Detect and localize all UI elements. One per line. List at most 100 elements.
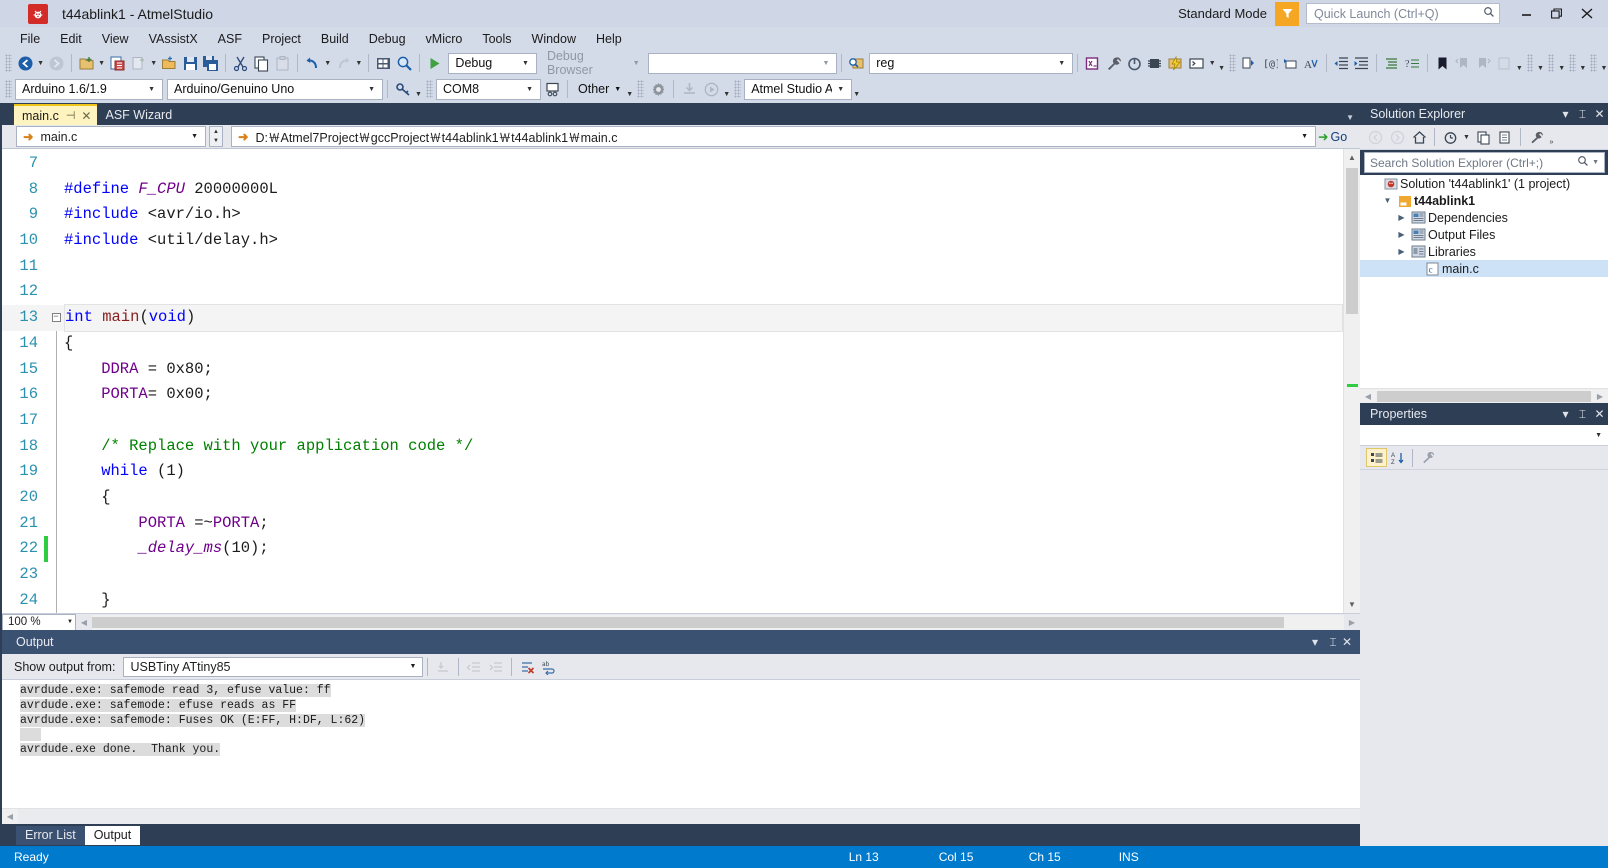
editor-vertical-scrollbar[interactable]: ▲ ▼ [1343,149,1360,614]
flash-icon[interactable] [1165,52,1186,74]
fold-minus-icon[interactable]: − [48,313,64,323]
chevron-down-icon[interactable]: ▾ [1557,107,1574,121]
menu-project[interactable]: Project [252,30,311,48]
go-button[interactable]: ➜ Go [1316,125,1360,148]
menu-asf[interactable]: ASF [208,30,252,48]
tree-item-t44ablink1[interactable]: ▼ t44ablink1 [1360,192,1608,209]
surround-with-icon[interactable]: [@] [1259,52,1280,74]
pin-icon[interactable]: ⌶ [1324,635,1342,650]
scroll-left-icon[interactable]: ◀ [2,812,18,821]
toolbar-grip-4[interactable] [1547,54,1555,72]
close-icon[interactable]: ✕ [1591,107,1608,121]
redo-icon[interactable] [333,52,354,74]
minimize-button[interactable] [1512,2,1542,26]
chevron-down-icon[interactable]: ▾ [1306,635,1324,649]
decrease-indent-icon[interactable] [1331,52,1352,74]
toolbar-grip-5[interactable] [1568,54,1576,72]
comment-out-icon[interactable] [1280,52,1301,74]
save-icon[interactable] [180,52,201,74]
go-to-next-message-icon[interactable] [485,656,507,678]
scroll-right-icon[interactable]: ▶ [1344,618,1360,627]
open-file-icon[interactable] [159,52,180,74]
tool-overflow-icon[interactable]: ▼ [852,78,861,100]
chevron-down-icon[interactable]: ▾ [1557,407,1574,421]
chevron-down-icon[interactable]: ▼ [1589,159,1602,166]
pin-icon[interactable]: ⊣ [66,109,76,122]
download-icon[interactable] [678,78,700,100]
expand-icon[interactable]: ▶ [1394,213,1409,222]
key-icon[interactable] [392,78,414,100]
save-all-icon[interactable] [200,52,221,74]
toolbar-grip[interactable] [5,54,12,72]
add-existing-item-icon[interactable] [107,52,128,74]
start-debugging-icon[interactable] [424,52,445,74]
menu-vassistx[interactable]: VAssistX [139,30,208,48]
clear-all-icon[interactable] [516,656,538,678]
device-programming-icon[interactable] [1124,52,1145,74]
quick-launch-input[interactable]: Quick Launch (Ctrl+Q) [1306,3,1500,24]
run-overflow-icon[interactable]: ▼ [722,78,731,100]
navigate-back-icon[interactable] [15,52,36,74]
forward-icon[interactable] [1386,126,1408,148]
debug-target-combo[interactable]: ▼ [647,52,838,74]
toggle-outlining-icon[interactable]: ? [1402,52,1423,74]
toggle-all-outlining-icon[interactable] [1381,52,1402,74]
tool-combo[interactable]: Atmel Studio AT ▼ [744,78,853,100]
chevron-down-icon[interactable]: ▼ [210,137,222,147]
close-icon[interactable]: ✕ [81,109,91,123]
increase-indent-icon[interactable] [1352,52,1373,74]
properties-wrench-icon[interactable] [1525,126,1547,148]
scope-combo[interactable]: ➜ main.c ▼ [16,126,206,147]
categorized-icon[interactable] [1366,448,1387,467]
close-icon[interactable]: ✕ [1591,407,1608,421]
vmicro-overflow-icon[interactable]: ▼ [414,78,423,100]
vmicro-toolbar-grip[interactable] [5,80,12,98]
expand-icon[interactable]: ▶ [1394,247,1409,256]
show-all-files-icon[interactable] [1494,126,1516,148]
properties-object-combo[interactable]: ▼ [1360,425,1608,446]
toolbar-overflow-icon-3[interactable]: ▼ [1536,52,1545,74]
vmicro-toolbar-grip-4[interactable] [734,80,742,98]
toolbar-grip-2[interactable] [1228,54,1236,72]
new-project-icon[interactable] [76,52,97,74]
debug-browser-button[interactable]: Debug Browser ▼ [541,49,644,77]
terminal-icon[interactable] [1186,52,1207,74]
menu-view[interactable]: View [92,30,139,48]
tree-item-main-c[interactable]: c main.c [1360,260,1608,277]
toggle-bookmark-icon[interactable] [1432,52,1453,74]
editor-horizontal-scrollbar[interactable] [92,614,1344,630]
device-selection-icon[interactable] [1145,52,1166,74]
find-message-icon[interactable] [432,656,454,678]
pending-changes-icon[interactable] [1439,126,1461,148]
output-text[interactable]: avrdude.exe: safemode read 3, efuse valu… [2,680,1360,808]
menu-debug[interactable]: Debug [359,30,416,48]
vmicro-toolbar-grip-3[interactable] [637,80,645,98]
sync-with-active-document-icon[interactable] [1472,126,1494,148]
scroll-thumb[interactable] [1346,168,1358,314]
home-icon[interactable] [1408,126,1430,148]
menu-file[interactable]: File [10,30,50,48]
menu-edit[interactable]: Edit [50,30,92,48]
back-icon[interactable] [1364,126,1386,148]
toolbar-overflow-icon-4[interactable]: ▼ [1557,52,1566,74]
clear-bookmarks-icon[interactable] [1494,52,1515,74]
scroll-left-icon[interactable]: ◀ [76,618,92,627]
output-horizontal-scrollbar[interactable]: ◀ [2,808,1360,824]
terminal-dropdown[interactable]: ▼ [1207,52,1217,74]
find-icon[interactable] [394,52,415,74]
toolbar-overflow-icon-6[interactable]: ▼ [1600,52,1608,74]
document-tab-asf-wizard[interactable]: ASF Wizard [97,104,178,125]
solution-explorer-search-input[interactable]: Search Solution Explorer (Ctrl+;) ▼ [1364,152,1605,173]
scroll-thumb[interactable] [92,616,1284,628]
toolbar-grip-6[interactable] [1590,54,1597,72]
scroll-left-icon[interactable]: ◀ [1360,392,1376,401]
chevron-up-icon[interactable]: ▲ [210,127,222,137]
scroll-track[interactable] [1344,166,1360,596]
go-to-previous-message-icon[interactable] [463,656,485,678]
toolbar-grip-3[interactable] [1526,54,1534,72]
cut-icon[interactable] [230,52,251,74]
solution-explorer-icon[interactable] [373,52,394,74]
scope-spinner[interactable]: ▲ ▼ [209,126,223,147]
zoom-combo[interactable]: 100 % ▼ [2,613,76,631]
other-button[interactable]: Other ▼ [572,79,625,100]
